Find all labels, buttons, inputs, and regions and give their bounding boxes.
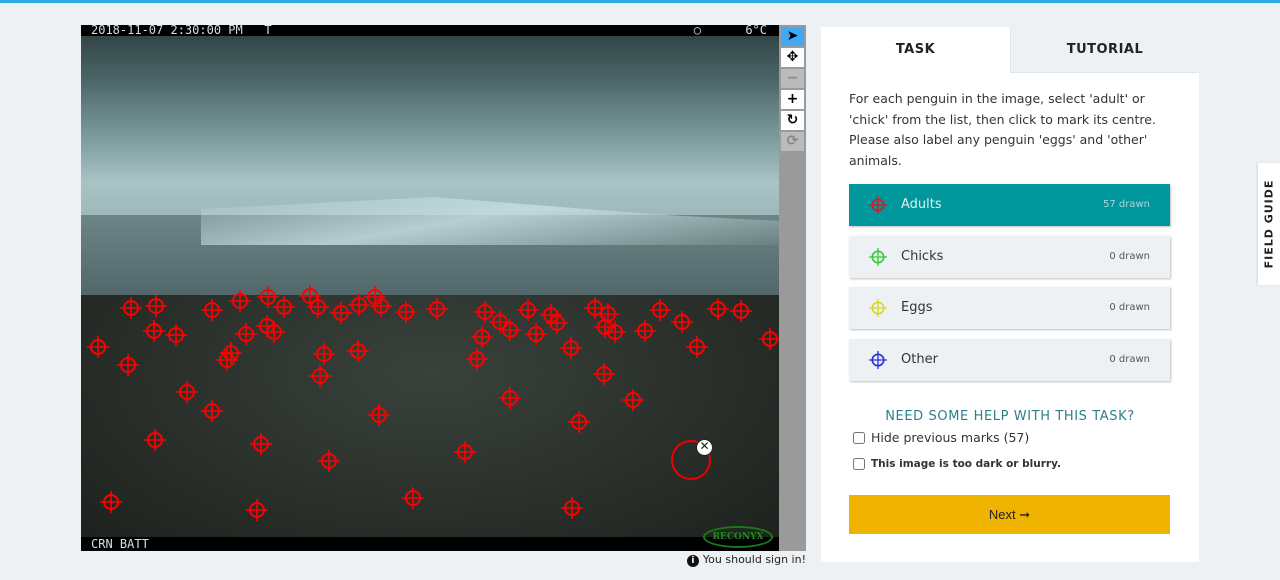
top-accent-bar xyxy=(0,0,1280,3)
pointer-tool-icon[interactable]: ➤ xyxy=(781,27,804,46)
adult-mark[interactable] xyxy=(499,319,521,341)
adult-mark[interactable] xyxy=(143,320,165,342)
move-tool-icon[interactable]: ✥ xyxy=(781,48,804,67)
moon-phase-icon: ○ xyxy=(693,25,701,37)
adult-mark[interactable] xyxy=(730,300,752,322)
adult-mark[interactable] xyxy=(201,400,223,422)
image-toolbar: ➤ ✥ − + ↻ ⟳ xyxy=(779,25,806,551)
hide-marks-input[interactable] xyxy=(853,431,865,444)
help-link[interactable]: NEED SOME HELP WITH THIS TASK? xyxy=(821,409,1199,424)
task-instructions: For each penguin in the image, select 'a… xyxy=(849,91,1156,168)
adult-mark[interactable] xyxy=(347,340,369,362)
tool-option-other[interactable]: Other 0 drawn xyxy=(849,338,1170,381)
temperature: 6°C xyxy=(745,25,767,37)
adult-mark[interactable] xyxy=(707,298,729,320)
adult-mark[interactable] xyxy=(309,365,331,387)
adult-mark[interactable] xyxy=(395,301,417,323)
timestamp: 2018-11-07 2:30:00 PM T xyxy=(91,25,272,37)
adult-mark[interactable] xyxy=(686,336,708,358)
camera-logo: RECONYX xyxy=(703,526,773,548)
adult-mark[interactable] xyxy=(622,389,644,411)
adult-mark[interactable] xyxy=(604,321,626,343)
adult-mark[interactable] xyxy=(649,299,671,321)
tool-label: Other xyxy=(901,351,938,367)
adult-mark[interactable] xyxy=(561,497,583,519)
subject-image-viewer[interactable]: 2018-11-07 2:30:00 PM T ○ 6°C ✕ CRN BATT R… xyxy=(81,25,779,551)
tool-label: Chicks xyxy=(901,248,944,264)
adult-mark[interactable] xyxy=(568,411,590,433)
adult-mark[interactable] xyxy=(120,297,142,319)
adult-mark[interactable] xyxy=(546,312,568,334)
too-dark-input[interactable] xyxy=(853,458,865,470)
info-icon: i xyxy=(686,555,699,567)
too-dark-checkbox[interactable]: This image is too dark or blurry. xyxy=(853,458,1061,470)
hide-marks-label: Hide previous marks (57) xyxy=(871,430,1030,445)
adult-mark[interactable] xyxy=(165,324,187,346)
crosshair-icon xyxy=(869,247,887,266)
adult-mark[interactable] xyxy=(671,311,693,333)
task-panel: TASK TUTORIAL For each penguin in the im… xyxy=(821,27,1199,562)
adult-mark[interactable] xyxy=(145,295,167,317)
crosshair-icon xyxy=(869,299,887,317)
tool-option-eggs[interactable]: Eggs 0 drawn xyxy=(849,287,1170,329)
camera-footer-bar: CRN BATT xyxy=(81,537,779,551)
adult-mark[interactable] xyxy=(466,348,488,370)
tool-option-adults[interactable]: Adults 57 drawn xyxy=(849,184,1170,226)
rotate-icon[interactable]: ↻ xyxy=(781,111,804,130)
crosshair-icon xyxy=(869,196,887,214)
tool-label: Adults xyxy=(901,197,942,212)
adult-mark[interactable] xyxy=(370,295,392,317)
adult-mark[interactable] xyxy=(426,298,448,320)
zoom-in-icon[interactable]: + xyxy=(781,90,804,109)
hide-marks-checkbox[interactable]: Hide previous marks (57) xyxy=(853,430,1029,445)
crosshair-icon xyxy=(869,350,887,369)
delete-mark-icon[interactable]: ✕ xyxy=(696,439,713,456)
adult-mark[interactable] xyxy=(87,336,109,358)
tab-tutorial[interactable]: TUTORIAL xyxy=(1010,27,1199,73)
adult-mark[interactable] xyxy=(759,328,779,350)
adult-mark[interactable] xyxy=(499,387,521,409)
adult-mark[interactable] xyxy=(402,487,424,509)
adult-mark[interactable] xyxy=(216,349,238,371)
too-dark-label: This image is too dark or blurry. xyxy=(871,458,1061,470)
adult-mark[interactable] xyxy=(634,320,656,342)
tool-count: 0 drawn xyxy=(1109,353,1150,365)
adult-mark[interactable] xyxy=(307,296,329,318)
sign-in-notice[interactable]: i You should sign in! xyxy=(686,553,806,567)
adult-mark[interactable] xyxy=(250,433,272,455)
camera-info-bar: 2018-11-07 2:30:00 PM T ○ 6°C xyxy=(81,25,779,36)
adult-mark[interactable] xyxy=(525,323,547,345)
field-guide-label: FIELD GUIDE xyxy=(1262,179,1276,269)
next-button[interactable]: Next ➞ xyxy=(849,495,1170,534)
battery-label: CRN BATT xyxy=(91,537,149,551)
adult-mark[interactable] xyxy=(560,337,582,359)
adult-mark[interactable] xyxy=(517,299,539,321)
tool-option-chicks[interactable]: Chicks 0 drawn xyxy=(849,235,1170,278)
adult-mark[interactable] xyxy=(263,321,285,343)
field-guide-tab[interactable]: FIELD GUIDE xyxy=(1258,163,1280,285)
adult-mark[interactable] xyxy=(246,499,268,521)
adult-mark[interactable] xyxy=(144,429,166,451)
adult-mark[interactable] xyxy=(454,441,476,463)
tool-count: 0 drawn xyxy=(1109,302,1150,313)
tool-count: 0 drawn xyxy=(1109,250,1150,262)
adult-mark[interactable] xyxy=(593,363,615,385)
adult-mark[interactable] xyxy=(471,326,493,348)
adult-mark[interactable] xyxy=(176,381,198,403)
adult-mark[interactable] xyxy=(229,290,251,312)
adult-mark[interactable] xyxy=(100,491,122,513)
reset-icon[interactable]: ⟳ xyxy=(781,132,804,151)
adult-mark[interactable] xyxy=(117,354,139,376)
adult-mark[interactable] xyxy=(201,299,223,321)
adult-mark[interactable] xyxy=(313,343,335,365)
tool-label: Eggs xyxy=(901,300,933,315)
adult-mark[interactable] xyxy=(318,450,340,472)
zoom-out-icon[interactable]: − xyxy=(781,69,804,88)
sign-in-text: You should sign in! xyxy=(702,553,806,566)
tool-count: 57 drawn xyxy=(1102,199,1150,210)
adult-mark[interactable] xyxy=(368,404,390,426)
tab-task[interactable]: TASK xyxy=(821,27,1010,73)
